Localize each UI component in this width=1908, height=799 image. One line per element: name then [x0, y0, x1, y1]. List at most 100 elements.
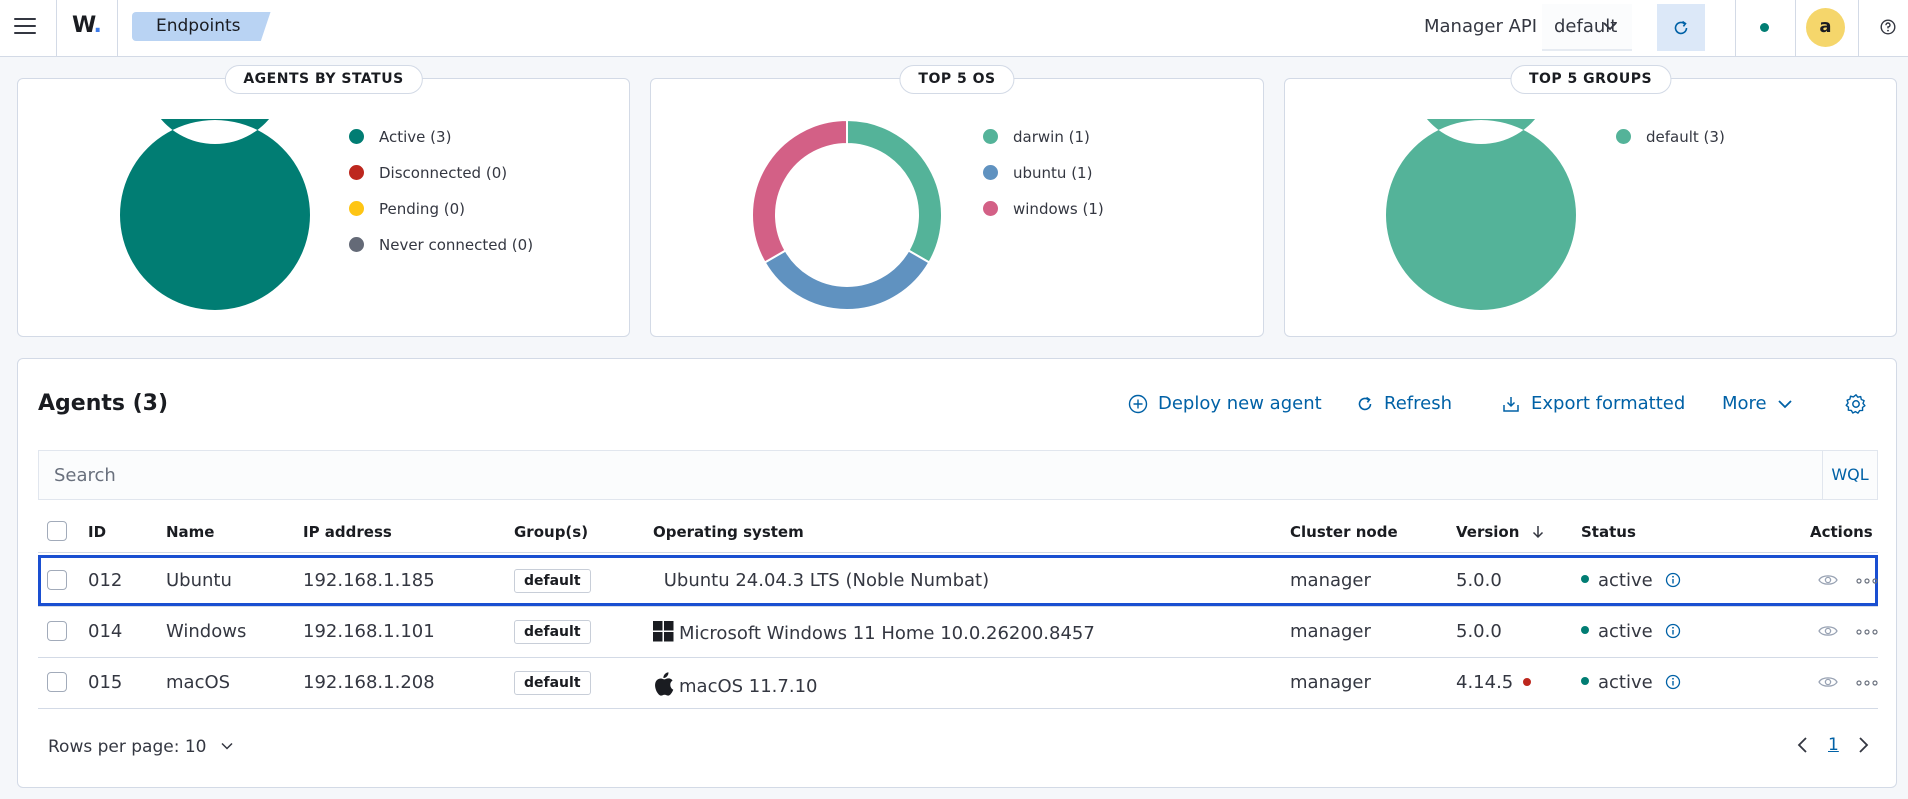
row-checkbox[interactable] — [47, 570, 67, 590]
logo-text: W — [72, 13, 95, 38]
app-logo[interactable]: W. — [72, 13, 102, 38]
legend-item[interactable]: Active (3) — [349, 128, 533, 164]
info-icon[interactable] — [1665, 674, 1681, 690]
hamburger-menu-icon[interactable] — [14, 18, 36, 36]
manager-api-select[interactable]: default — [1542, 4, 1632, 51]
manager-api-label: Manager API — [1424, 16, 1538, 37]
agents-by-status-donut — [120, 119, 310, 310]
cell-os: Ubuntu 24.04.3 LTS (Noble Numbat) — [658, 570, 989, 591]
status-label: active — [1598, 621, 1653, 642]
wql-toggle[interactable]: WQL — [1822, 451, 1877, 499]
more-actions-icon[interactable] — [1856, 629, 1878, 635]
table-row[interactable]: 015 macOS 192.168.1.208 default macOS 11… — [38, 657, 1878, 708]
column-header-name[interactable]: Name — [166, 523, 214, 541]
column-header-cluster-node[interactable]: Cluster node — [1290, 523, 1398, 541]
refresh-button[interactable]: Refresh — [1356, 393, 1452, 414]
refresh-icon — [1674, 20, 1688, 34]
chevron-down-icon — [1777, 399, 1792, 408]
search-input[interactable] — [39, 451, 1819, 499]
refresh-icon — [1358, 396, 1372, 410]
top-groups-legend: default (3) — [1616, 128, 1725, 164]
legend-item[interactable]: windows (1) — [983, 200, 1104, 236]
column-header-os[interactable]: Operating system — [653, 523, 804, 541]
legend-item[interactable]: Pending (0) — [349, 200, 533, 236]
cell-version: 4.14.5 — [1456, 672, 1532, 693]
card-title: TOP 5 GROUPS — [1509, 65, 1672, 94]
table-divider — [38, 552, 1878, 553]
cell-id: 015 — [88, 672, 123, 693]
cell-status: active — [1581, 621, 1681, 642]
legend-item[interactable]: Disconnected (0) — [349, 164, 533, 200]
legend-item[interactable]: darwin (1) — [983, 128, 1104, 164]
info-icon[interactable] — [1665, 572, 1681, 588]
header-divider — [1735, 0, 1736, 57]
view-eye-icon[interactable] — [1818, 674, 1838, 690]
column-header-ip[interactable]: IP address — [303, 523, 392, 541]
table-row[interactable]: 014 Windows 192.168.1.101 default Micros… — [38, 606, 1878, 657]
table-divider — [38, 708, 1878, 709]
column-header-status[interactable]: Status — [1581, 523, 1636, 541]
status-dot — [1581, 626, 1589, 634]
logo-dot: . — [93, 13, 101, 38]
windows-icon — [653, 621, 674, 642]
card-title: TOP 5 OS — [899, 65, 1015, 94]
row-checkbox[interactable] — [47, 672, 67, 692]
group-badge[interactable]: default — [514, 620, 591, 644]
donut-slice-ubuntu[interactable] — [763, 249, 931, 311]
export-formatted-button[interactable]: Export formatted — [1501, 393, 1685, 414]
legend-item[interactable]: default (3) — [1616, 128, 1725, 164]
column-header-actions: Actions — [1810, 523, 1873, 541]
cell-ip: 192.168.1.101 — [303, 621, 435, 642]
donut-slice-default[interactable] — [1386, 119, 1576, 310]
legend-swatch — [983, 129, 998, 144]
cell-id: 014 — [88, 621, 123, 642]
donut-slice-windows[interactable] — [751, 119, 848, 264]
cell-version: 5.0.0 — [1456, 621, 1502, 642]
search-bar: WQL — [38, 450, 1878, 500]
legend-swatch — [349, 237, 364, 252]
row-checkbox[interactable] — [47, 621, 67, 641]
gear-icon[interactable] — [1845, 393, 1867, 415]
chevron-right-icon[interactable] — [1856, 736, 1870, 754]
legend-item[interactable]: Never connected (0) — [349, 236, 533, 272]
view-eye-icon[interactable] — [1818, 572, 1838, 588]
breadcrumb-endpoints[interactable]: Endpoints — [132, 12, 271, 41]
cell-name: macOS — [166, 672, 231, 693]
table-row[interactable]: 012 Ubuntu 192.168.1.185 default Ubuntu … — [38, 555, 1878, 606]
legend-label: ubuntu (1) — [1013, 164, 1093, 182]
cell-status: active — [1581, 672, 1681, 693]
more-actions-icon[interactable] — [1856, 680, 1878, 686]
cell-os: Microsoft Windows 11 Home 10.0.26200.845… — [653, 621, 1095, 644]
donut-slice-active[interactable] — [120, 119, 310, 310]
more-dropdown[interactable]: More — [1722, 393, 1803, 414]
donut-slice-darwin[interactable] — [846, 119, 943, 264]
group-badge[interactable]: default — [514, 671, 591, 695]
deploy-new-agent-button[interactable]: Deploy new agent — [1128, 393, 1322, 414]
cell-cluster-node: manager — [1290, 621, 1371, 642]
chevron-left-icon[interactable] — [1796, 736, 1810, 754]
user-avatar[interactable]: a — [1806, 8, 1845, 47]
legend-item[interactable]: ubuntu (1) — [983, 164, 1104, 200]
cell-status: active — [1581, 570, 1681, 591]
select-all-checkbox[interactable] — [47, 521, 67, 541]
manager-api-refresh-button[interactable] — [1657, 4, 1705, 51]
info-icon[interactable] — [1665, 623, 1681, 639]
more-actions-icon[interactable] — [1856, 578, 1878, 584]
column-header-groups[interactable]: Group(s) — [514, 523, 588, 541]
group-badge[interactable]: default — [514, 569, 591, 593]
agents-panel: Agents (3) Deploy new agent Refresh Expo… — [17, 358, 1897, 788]
apple-icon — [655, 672, 674, 696]
column-header-id[interactable]: ID — [88, 523, 106, 541]
agents-title: Agents (3) — [38, 391, 169, 416]
top-os-donut — [751, 119, 943, 311]
legend-swatch — [983, 201, 998, 216]
page-number[interactable]: 1 — [1828, 735, 1839, 755]
export-formatted-label: Export formatted — [1531, 393, 1686, 414]
agents-by-status-legend: Active (3) Disconnected (0) Pending (0) … — [349, 128, 533, 272]
help-icon[interactable] — [1880, 19, 1896, 35]
cell-id: 012 — [88, 570, 123, 591]
view-eye-icon[interactable] — [1818, 623, 1838, 639]
rows-per-page-select[interactable]: Rows per page: 10 — [48, 737, 234, 757]
os-label: Ubuntu 24.04.3 LTS (Noble Numbat) — [663, 570, 990, 591]
column-header-version[interactable]: Version — [1456, 523, 1545, 541]
